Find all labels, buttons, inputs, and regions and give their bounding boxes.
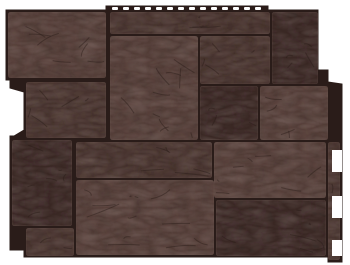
nail-slot (244, 7, 250, 10)
stone-texture-overlay (200, 36, 270, 84)
stone-texture-overlay (26, 228, 74, 256)
stone-texture-overlay (76, 142, 212, 178)
connector-notch (332, 196, 342, 218)
stone-texture-overlay (216, 200, 326, 256)
nail-slot (167, 7, 173, 10)
nail-slot (189, 7, 195, 10)
stone-texture-overlay (272, 12, 318, 84)
nail-slot (255, 7, 261, 10)
nail-slot (145, 7, 151, 10)
stone-crack (161, 222, 190, 225)
nail-slot (178, 7, 184, 10)
stone-texture-overlay (200, 86, 258, 140)
nail-slot (134, 7, 140, 10)
stone-texture-overlay (110, 36, 198, 140)
stone-texture-overlay (8, 12, 106, 78)
nail-slot (233, 7, 239, 10)
nail-slot (156, 7, 162, 10)
nail-slot (211, 7, 217, 10)
connector-notch (332, 240, 342, 256)
stone-texture-overlay (260, 86, 328, 140)
nail-slot (200, 7, 206, 10)
stone-texture-overlay (110, 12, 270, 34)
nail-slot (112, 7, 118, 10)
stone-panel-image (0, 0, 350, 265)
stone-texture (8, 12, 340, 260)
side-connectors (332, 150, 342, 256)
stone-texture-overlay (214, 142, 326, 198)
connector-notch (332, 150, 342, 172)
stone-texture-overlay (26, 82, 106, 138)
stone-texture-overlay (76, 180, 214, 255)
nail-slot (222, 7, 228, 10)
nail-slot (123, 7, 129, 10)
stone-crack (129, 195, 132, 198)
stone-panel-svg (5, 5, 343, 263)
stone-texture-overlay (12, 140, 72, 226)
